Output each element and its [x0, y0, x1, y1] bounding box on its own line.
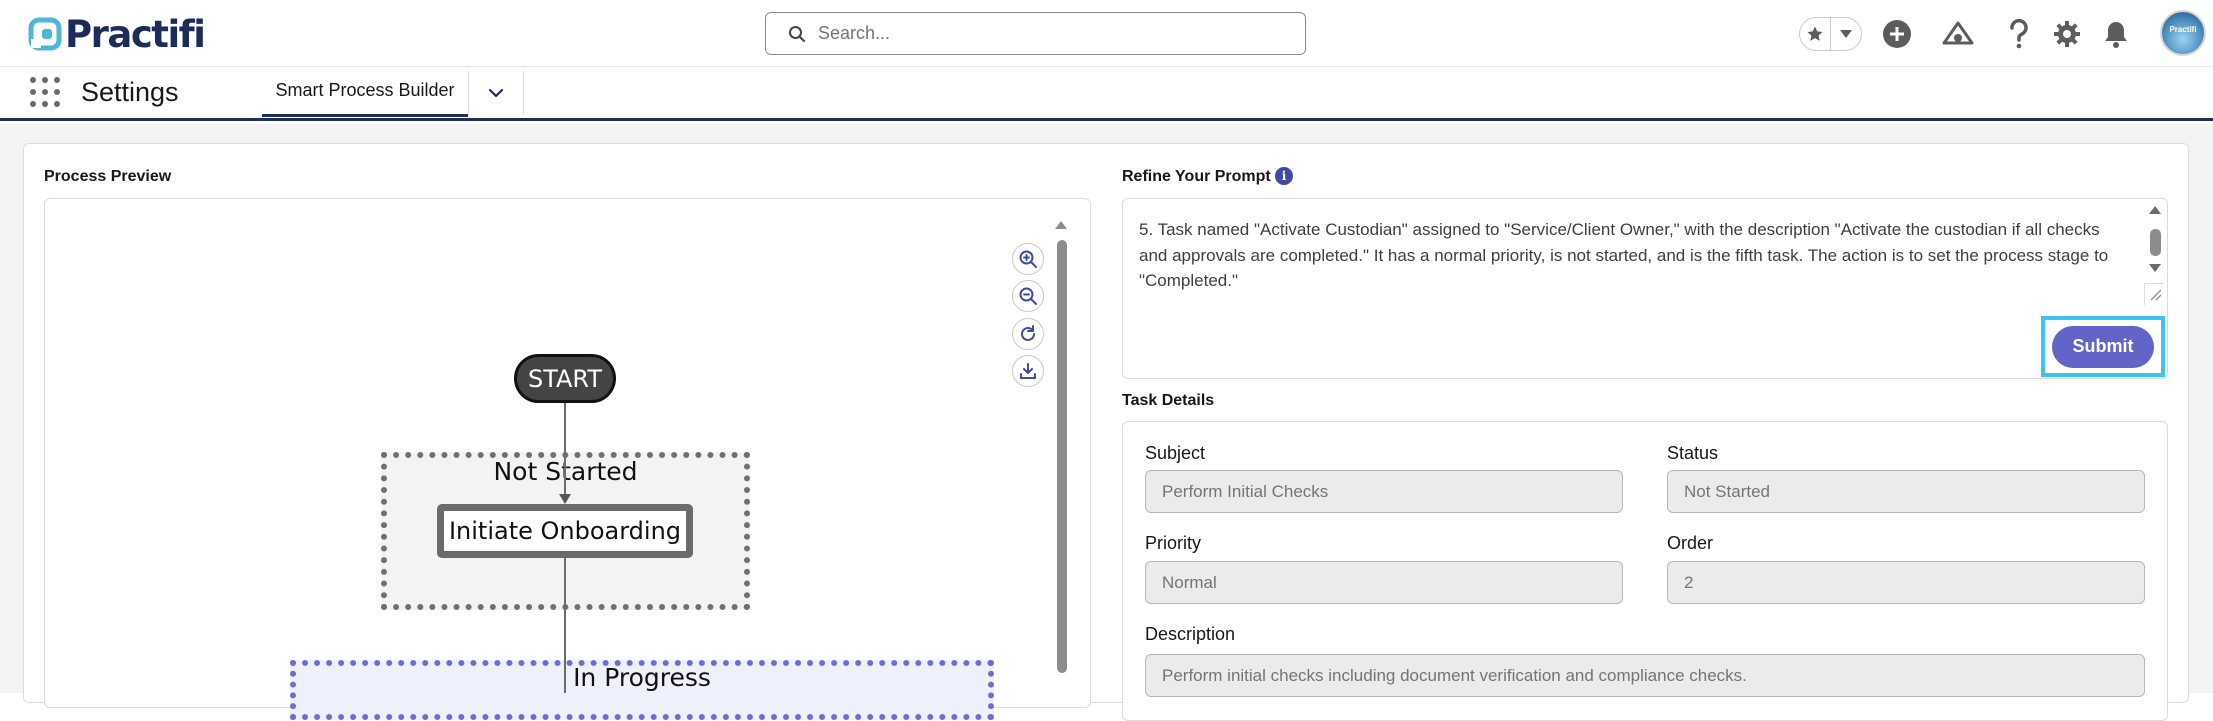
start-node-label: START — [527, 364, 603, 393]
prompt-textarea[interactable]: 5. Task named "Activate Custodian" assig… — [1139, 217, 2129, 303]
setup-gear-icon[interactable] — [2050, 17, 2084, 51]
order-field[interactable]: 2 — [1667, 561, 2145, 604]
connector-task-to-next — [564, 558, 566, 693]
task-details-title: Task Details — [1122, 392, 1215, 409]
practifi-logo[interactable]: Practifi — [28, 12, 206, 56]
submit-focus-ring: Submit — [2041, 316, 2165, 377]
status-label: Status — [1667, 443, 1719, 463]
stage-in-progress-label: In Progress — [573, 663, 711, 692]
search-icon — [789, 25, 806, 42]
description-field[interactable]: Perform initial checks including documen… — [1145, 654, 2145, 697]
preview-scroll-up-icon[interactable] — [1055, 221, 1067, 229]
add-icon[interactable] — [1880, 17, 1914, 51]
avatar-label: Practifi — [2169, 25, 2197, 34]
notifications-bell-icon[interactable] — [2099, 17, 2133, 51]
favorites-star-icon[interactable] — [1800, 18, 1832, 50]
subject-label: Subject — [1145, 443, 1206, 463]
start-node[interactable]: START — [514, 354, 616, 403]
refine-prompt-title: Refine Your Prompt — [1122, 168, 1271, 185]
prompt-scrollbar[interactable] — [2150, 229, 2161, 256]
info-icon[interactable]: i — [1275, 167, 1293, 185]
trailhead-icon[interactable] — [1941, 17, 1975, 51]
prompt-scroll-up-icon[interactable] — [2149, 206, 2161, 214]
zoom-in-icon[interactable] — [1012, 243, 1044, 275]
global-header: Practifi Practifi — [0, 0, 2213, 67]
help-icon[interactable] — [2002, 17, 2036, 51]
tab-smart-process-builder[interactable]: Smart Process Builder — [262, 67, 468, 117]
chevron-down-icon — [488, 88, 504, 98]
favorites-dropdown-icon[interactable] — [1831, 18, 1861, 50]
app-name: Settings — [81, 77, 179, 107]
submit-button[interactable]: Submit — [2052, 325, 2154, 368]
global-search[interactable] — [765, 12, 1306, 55]
tab-label: Smart Process Builder — [275, 80, 455, 100]
subject-field[interactable]: Perform Initial Checks — [1145, 470, 1623, 513]
user-avatar[interactable]: Practifi — [2160, 10, 2206, 56]
favorites-group — [1799, 17, 1862, 51]
search-input[interactable] — [818, 23, 1288, 44]
status-field[interactable]: Not Started — [1667, 470, 2145, 513]
process-preview-title: Process Preview — [44, 168, 172, 185]
preview-scrollbar[interactable] — [1057, 240, 1067, 673]
priority-label: Priority — [1145, 533, 1202, 553]
nav-more-button[interactable] — [468, 71, 524, 115]
connector-start-to-task — [564, 403, 566, 497]
connector-arrowhead — [559, 494, 571, 504]
app-navigation-bar: Settings Smart Process Builder — [0, 67, 2213, 121]
prompt-scroll-down-icon[interactable] — [2149, 264, 2161, 272]
refresh-icon[interactable] — [1012, 318, 1044, 350]
task-node-label: Initiate Onboarding — [448, 517, 682, 545]
brand-name: Practifi — [65, 12, 206, 56]
priority-field[interactable]: Normal — [1145, 561, 1623, 604]
app-launcher-icon[interactable] — [30, 77, 60, 107]
description-label: Description — [1145, 624, 1236, 644]
order-label: Order — [1667, 533, 1714, 553]
download-icon[interactable] — [1012, 355, 1044, 387]
practifi-logo-icon — [28, 17, 62, 51]
resize-handle-icon[interactable] — [2144, 283, 2164, 305]
task-node-initiate-onboarding[interactable]: Initiate Onboarding — [437, 504, 693, 558]
zoom-out-icon[interactable] — [1012, 280, 1044, 312]
